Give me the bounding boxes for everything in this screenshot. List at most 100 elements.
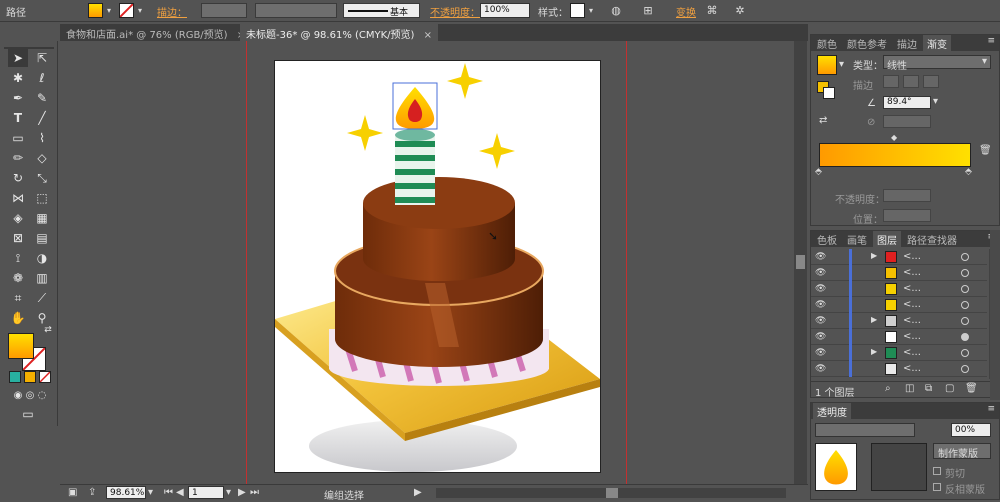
panel-menu-icon[interactable]: ≡ xyxy=(987,36,995,46)
stroke-gradient-across[interactable] xyxy=(923,75,939,88)
visibility-eye-icon[interactable]: 👁 xyxy=(815,268,826,278)
artboard-tool-icon[interactable]: ⌗ xyxy=(8,289,28,307)
artboard[interactable] xyxy=(274,60,601,473)
direct-selection-tool-icon[interactable]: ⇱ xyxy=(32,49,52,67)
gradient-slider[interactable] xyxy=(819,143,971,167)
cake-illustration[interactable] xyxy=(275,61,600,472)
stroke-mini-swatch[interactable] xyxy=(823,87,835,99)
tab-gradient[interactable]: 渐变 xyxy=(923,35,951,51)
rotate-tool-icon[interactable]: ↻ xyxy=(8,169,28,187)
gradient-stop-left-icon[interactable]: ⬘ xyxy=(815,167,822,177)
stop-position-field[interactable] xyxy=(883,209,931,222)
gradient-preview-swatch[interactable] xyxy=(817,55,837,75)
last-page-icon[interactable]: ⏭ xyxy=(250,487,259,498)
new-sublayer-icon[interactable]: ⧉ xyxy=(925,383,932,394)
page-field[interactable]: 1 xyxy=(188,486,224,499)
clip-checkbox[interactable] xyxy=(933,467,941,475)
none-mode-button[interactable] xyxy=(39,371,51,383)
horizontal-scrollbar[interactable] xyxy=(436,488,786,498)
column-graph-tool-icon[interactable]: ▥ xyxy=(32,269,52,287)
status-menu-arrow-icon[interactable]: ▶ xyxy=(414,487,422,498)
stroke-dropdown-arrow-icon[interactable]: ▾ xyxy=(135,3,145,18)
lasso-tool-icon[interactable]: ℓ xyxy=(32,69,52,87)
panel-menu-icon[interactable]: ✲ xyxy=(732,3,748,18)
mask-thumbnail[interactable] xyxy=(871,443,927,491)
tab-stroke[interactable]: 描边 xyxy=(893,35,921,51)
target-circle-icon[interactable] xyxy=(961,365,969,373)
stroke-weight-field[interactable] xyxy=(201,3,247,18)
layer-row[interactable]: 👁 <... xyxy=(811,297,987,313)
tab-brushes[interactable]: 画笔 xyxy=(843,231,871,247)
layer-row[interactable]: 👁 ▶ <... xyxy=(811,345,987,361)
tab-document-1[interactable]: 食物和店面.ai* @ 76% (RGB/预览) × xyxy=(60,24,251,41)
layer-row[interactable]: 👁 <... xyxy=(811,265,987,281)
tab-pathfinder[interactable]: 路径查找器 xyxy=(903,231,961,247)
target-circle-icon[interactable] xyxy=(961,253,969,261)
visibility-eye-icon[interactable]: 👁 xyxy=(815,332,826,342)
tab-color[interactable]: 颜色 xyxy=(813,35,841,51)
canvas-area[interactable]: ➘ xyxy=(60,41,794,484)
graphic-style-swatch[interactable] xyxy=(570,3,585,18)
visibility-eye-icon[interactable]: 👁 xyxy=(815,364,826,374)
type-tool-icon[interactable]: T xyxy=(8,109,28,127)
tab-layers[interactable]: 图层 xyxy=(873,231,901,247)
visibility-eye-icon[interactable]: 👁 xyxy=(815,252,826,262)
tab-swatches[interactable]: 色板 xyxy=(813,231,841,247)
vertical-scrollbar[interactable] xyxy=(794,41,807,484)
opacity-label[interactable]: 不透明度： xyxy=(430,4,480,19)
mesh-tool-icon[interactable]: ⊠ xyxy=(8,229,28,247)
draw-inside-icon[interactable]: ◌ xyxy=(32,387,52,405)
angle-dropdown-arrow-icon[interactable]: ▾ xyxy=(933,96,938,107)
hand-tool-icon[interactable]: ✋ xyxy=(8,309,28,327)
selection-tool-icon[interactable]: ➤ xyxy=(8,49,28,67)
target-circle-icon[interactable] xyxy=(961,269,969,277)
visibility-eye-icon[interactable]: 👁 xyxy=(815,284,826,294)
blend-mode-dropdown[interactable] xyxy=(815,423,915,437)
free-transform-tool-icon[interactable]: ⬚ xyxy=(32,189,52,207)
gradient-tool-icon[interactable]: ▤ xyxy=(32,229,52,247)
page-dropdown-arrow-icon[interactable]: ▾ xyxy=(226,487,231,498)
scale-tool-icon[interactable]: ⤡ xyxy=(32,169,52,187)
screen-mode-icon[interactable]: ▭ xyxy=(18,405,38,423)
make-mask-button[interactable]: 制作蒙版 xyxy=(933,443,991,460)
angle-field[interactable]: 89.4° xyxy=(883,96,931,109)
eyedropper-tool-icon[interactable]: ⟟ xyxy=(8,249,28,267)
recolor-artwork-icon[interactable]: ◍ xyxy=(608,3,624,18)
visibility-eye-icon[interactable]: 👁 xyxy=(815,300,826,310)
target-circle-icon[interactable] xyxy=(961,349,969,357)
gradient-swatch-arrow-icon[interactable]: ▾ xyxy=(839,59,844,70)
first-page-icon[interactable]: ⏮ xyxy=(164,487,173,498)
target-circle-icon[interactable] xyxy=(961,317,969,325)
close-icon[interactable]: × xyxy=(424,30,432,41)
pencil-tool-icon[interactable]: ✏ xyxy=(8,149,28,167)
fill-color-box[interactable] xyxy=(8,333,34,359)
stop-opacity-field[interactable] xyxy=(883,189,931,202)
line-segment-tool-icon[interactable]: ╱ xyxy=(32,109,52,127)
blend-tool-icon[interactable]: ◑ xyxy=(32,249,52,267)
visibility-eye-icon[interactable]: 👁 xyxy=(815,316,826,326)
color-mode-button[interactable] xyxy=(9,371,21,383)
transparency-opacity-field[interactable]: 00% xyxy=(951,423,991,437)
shape-builder-tool-icon[interactable]: ◈ xyxy=(8,209,28,227)
slice-tool-icon[interactable]: ⟋ xyxy=(32,289,52,307)
transform-link[interactable]: 变换 xyxy=(676,4,696,19)
expand-triangle-icon[interactable]: ▶ xyxy=(871,251,877,260)
delete-layer-icon[interactable]: 🗑 xyxy=(965,383,978,394)
variable-width-profile-dropdown[interactable] xyxy=(255,3,337,18)
magic-wand-tool-icon[interactable]: ✱ xyxy=(8,69,28,87)
layer-row[interactable]: 👁 <... xyxy=(811,361,987,377)
fill-dropdown-arrow-icon[interactable]: ▾ xyxy=(104,3,114,18)
expand-triangle-icon[interactable]: ▶ xyxy=(871,347,877,356)
style-dropdown-arrow-icon[interactable]: ▾ xyxy=(586,3,596,18)
layer-row[interactable]: 👁 ▶ <... xyxy=(811,313,987,329)
symbol-sprayer-tool-icon[interactable]: ❁ xyxy=(8,269,28,287)
zoom-dropdown-arrow-icon[interactable]: ▾ xyxy=(148,487,153,498)
gradient-mode-button[interactable] xyxy=(24,371,36,383)
rectangle-tool-icon[interactable]: ▭ xyxy=(8,129,28,147)
aspect-ratio-field[interactable] xyxy=(883,115,931,128)
brush-definition-dropdown[interactable]: 基本 xyxy=(343,3,420,18)
expand-triangle-icon[interactable]: ▶ xyxy=(871,315,877,324)
width-tool-icon[interactable]: ⋈ xyxy=(8,189,28,207)
zoom-field[interactable]: 98.61% xyxy=(106,486,146,499)
eraser-tool-icon[interactable]: ◇ xyxy=(32,149,52,167)
